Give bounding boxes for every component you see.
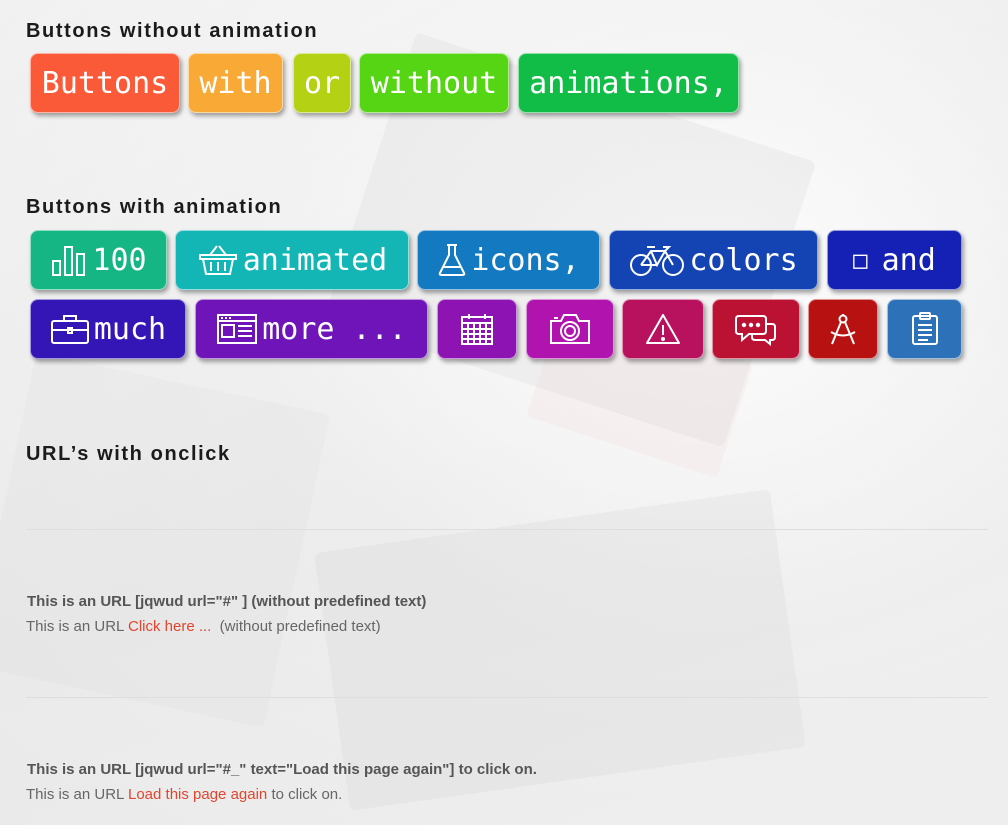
- button-warning[interactable]: [622, 299, 704, 359]
- button-with[interactable]: with: [188, 53, 283, 113]
- bicycle-icon: [629, 243, 685, 277]
- button-label: much: [93, 311, 167, 347]
- calendar-icon: [460, 312, 494, 346]
- compass-icon: [828, 312, 858, 346]
- flask-icon: [437, 243, 467, 277]
- basket-icon: [197, 243, 239, 277]
- button-label: colors: [689, 242, 798, 278]
- button-label: icons,: [471, 242, 580, 278]
- briefcase-icon: [50, 312, 90, 346]
- url-prefix: This is an URL: [26, 618, 128, 635]
- box-glyph-icon: □: [853, 246, 868, 274]
- button-100[interactable]: 100: [30, 230, 167, 290]
- url-suffix: to click on.: [267, 786, 343, 803]
- button-buttons[interactable]: Buttons: [30, 53, 180, 113]
- click-here-link[interactable]: Click here ...: [128, 618, 211, 635]
- bar-chart-icon: [50, 243, 88, 277]
- clipboard-icon: [910, 312, 940, 346]
- button-without[interactable]: without: [359, 53, 509, 113]
- browser-window-icon: [216, 312, 258, 346]
- heading-urls-with-onclick: URL’s with onclick: [26, 443, 231, 465]
- main-content: Buttons without animation Buttons with o…: [0, 0, 1008, 825]
- button-clipboard[interactable]: [887, 299, 962, 359]
- button-label: 100: [92, 242, 147, 278]
- button-label: and: [881, 242, 936, 278]
- button-label: animations,: [529, 65, 728, 101]
- load-page-again-link[interactable]: Load this page again: [128, 786, 267, 803]
- button-camera[interactable]: [526, 299, 614, 359]
- button-animated[interactable]: animated: [175, 230, 409, 290]
- url-prefix: This is an URL: [26, 786, 128, 803]
- button-animations[interactable]: animations,: [518, 53, 739, 113]
- url-example-title: This is an URL [jqwud url="#_" text="Loa…: [27, 761, 537, 778]
- button-chat[interactable]: [712, 299, 800, 359]
- button-icons[interactable]: icons,: [417, 230, 600, 290]
- url-suffix: (without predefined text): [211, 618, 381, 635]
- button-label: animated: [242, 242, 388, 278]
- button-colors[interactable]: colors: [609, 230, 818, 290]
- camera-icon: [549, 312, 591, 346]
- button-calendar[interactable]: [437, 299, 517, 359]
- url-example-line: This is an URL Click here ... (without p…: [26, 618, 381, 635]
- button-label: with: [199, 65, 272, 101]
- button-and[interactable]: □ and: [827, 230, 962, 290]
- url-example-line: This is an URL Load this page again to c…: [26, 786, 342, 803]
- button-label: without: [370, 65, 498, 101]
- button-or[interactable]: or: [293, 53, 351, 113]
- warning-icon: [645, 312, 681, 346]
- button-compass[interactable]: [808, 299, 878, 359]
- heading-buttons-with-animation: Buttons with animation: [26, 196, 283, 218]
- url-example-title: This is an URL [jqwud url="#" ] (without…: [27, 593, 427, 610]
- divider: [26, 697, 988, 698]
- chat-bubbles-icon: [735, 312, 777, 346]
- button-label: or: [303, 65, 341, 101]
- button-label: Buttons: [41, 65, 169, 101]
- button-more[interactable]: more ...: [195, 299, 428, 359]
- button-label: more ...: [262, 311, 407, 347]
- button-much[interactable]: much: [30, 299, 186, 359]
- divider: [26, 529, 988, 530]
- heading-buttons-without-animation: Buttons without animation: [26, 20, 319, 42]
